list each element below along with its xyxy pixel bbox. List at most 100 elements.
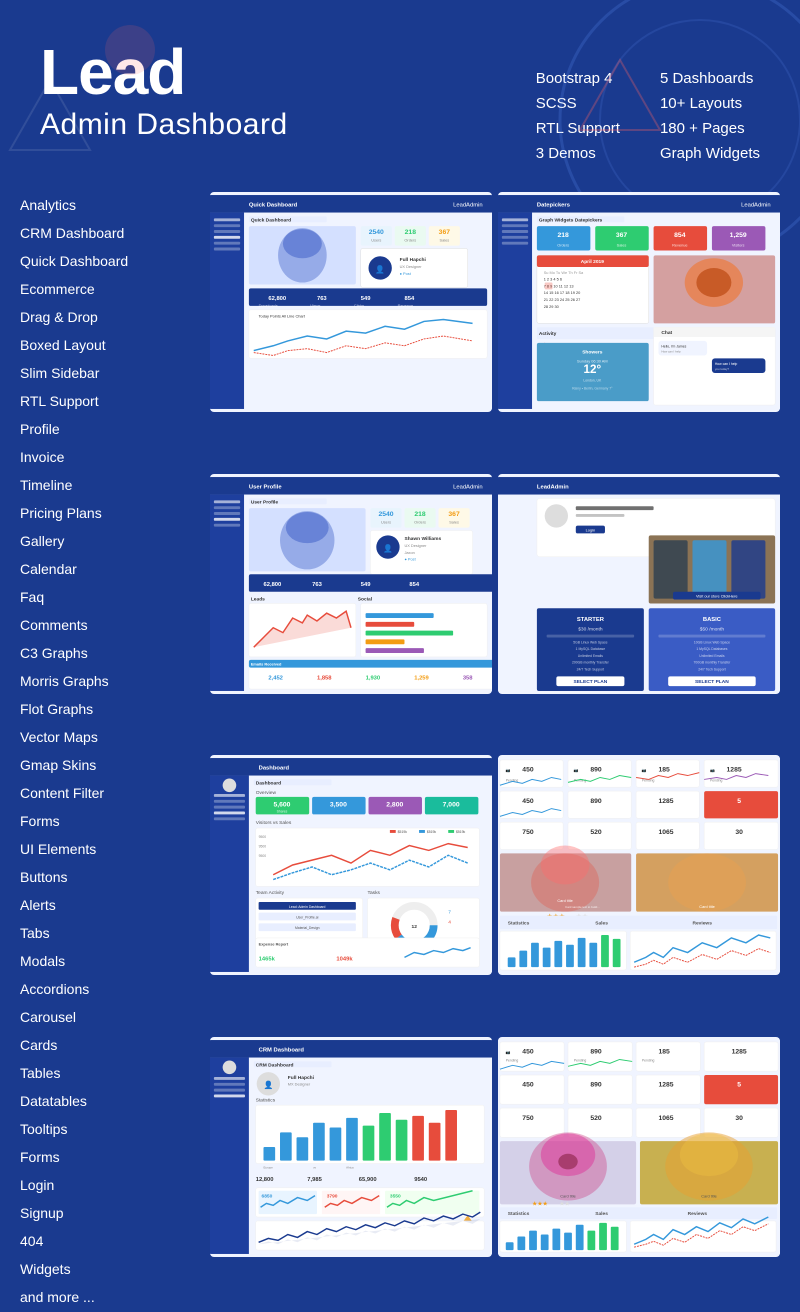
svg-text:Sales: Sales	[595, 920, 608, 926]
svg-text:LeadAdmin: LeadAdmin	[741, 203, 771, 209]
svg-text:5GB Linux Web Space: 5GB Linux Web Space	[573, 640, 607, 644]
svg-text:62,800: 62,800	[268, 296, 286, 302]
svg-text:User Profile: User Profile	[251, 499, 279, 505]
svg-text:1,858: 1,858	[317, 675, 332, 681]
svg-text:CRM Dashboard: CRM Dashboard	[259, 1047, 305, 1053]
nav-more[interactable]: and more ...	[20, 1284, 95, 1310]
nav-crm[interactable]: CRM Dashboard	[20, 225, 124, 241]
svg-text:218: 218	[414, 510, 426, 517]
nav-cards[interactable]: Cards	[20, 1037, 57, 1053]
nav-comments[interactable]: Comments	[20, 617, 88, 633]
nav-ecommerce[interactable]: Ecommerce	[20, 281, 95, 297]
nav-boxed-layout[interactable]: Boxed Layout	[20, 337, 106, 353]
nav-invoice[interactable]: Invoice	[20, 449, 64, 465]
svg-text:Hello, I'm James: Hello, I'm James	[661, 345, 686, 349]
svg-text:How can I help: How can I help	[715, 362, 738, 366]
svg-text:1 MySQL Databases: 1 MySQL Databases	[696, 647, 727, 651]
nav-quick-dashboard[interactable]: Quick Dashboard	[20, 253, 128, 269]
feature-dashboards: 5 Dashboards	[660, 70, 760, 87]
nav-buttons[interactable]: Buttons	[20, 869, 67, 885]
svg-text:450: 450	[522, 767, 534, 774]
nav-drag-drop[interactable]: Drag & Drop	[20, 309, 98, 325]
nav-gallery[interactable]: Gallery	[20, 533, 64, 549]
svg-text:5: 5	[737, 798, 741, 805]
svg-text:LeadAdmin: LeadAdmin	[453, 484, 483, 490]
nav-accordions[interactable]: Accordions	[20, 981, 89, 997]
nav-content-filter[interactable]: Content Filter	[20, 785, 104, 801]
feature-pages: 180 + Pages	[660, 120, 760, 137]
sidebar-nav: Analytics CRM Dashboard Quick Dashboard …	[20, 192, 200, 1312]
svg-text:📷: 📷	[710, 768, 715, 773]
svg-text:890: 890	[590, 1081, 602, 1088]
nav-calendar[interactable]: Calendar	[20, 561, 77, 577]
nav-signup[interactable]: Signup	[20, 1205, 64, 1221]
svg-text:2,452: 2,452	[268, 675, 283, 681]
nav-ui-elements[interactable]: UI Elements	[20, 841, 96, 857]
nav-faq[interactable]: Faq	[20, 589, 44, 605]
svg-text:Pending: Pending	[506, 1058, 519, 1062]
nav-alerts[interactable]: Alerts	[20, 897, 56, 913]
svg-text:BASIC: BASIC	[703, 616, 722, 622]
nav-pricing[interactable]: Pricing Plans	[20, 505, 102, 521]
nav-profile[interactable]: Profile	[20, 421, 60, 437]
nav-tables[interactable]: Tables	[20, 1065, 60, 1081]
svg-text:Card sample text to build...: Card sample text to build...	[565, 905, 600, 909]
nav-vector-maps[interactable]: Vector Maps	[20, 729, 98, 745]
svg-text:890: 890	[590, 1048, 602, 1055]
svg-text:SELECT PLAN: SELECT PLAN	[695, 679, 729, 685]
svg-text:1285: 1285	[658, 1081, 673, 1088]
nav-widgets[interactable]: Widgets	[20, 1261, 71, 1277]
nav-carousel[interactable]: Carousel	[20, 1009, 76, 1025]
svg-text:750: 750	[522, 1114, 534, 1121]
nav-rtl[interactable]: RTL Support	[20, 393, 99, 409]
svg-text:2540: 2540	[378, 510, 393, 517]
svg-text:$519k: $519k	[427, 830, 437, 834]
svg-text:📷: 📷	[574, 768, 579, 773]
nav-forms2[interactable]: Forms	[20, 1149, 60, 1165]
svg-text:Card title: Card title	[557, 898, 573, 903]
svg-text:Today Points All Line Chart: Today Points All Line Chart	[259, 314, 306, 319]
nav-404[interactable]: 404	[20, 1233, 43, 1249]
svg-text:Su Mo Tu We Th Fr Sa: Su Mo Tu We Th Fr Sa	[544, 270, 584, 275]
nav-tabs[interactable]: Tabs	[20, 925, 50, 941]
nav-c3[interactable]: C3 Graphs	[20, 645, 88, 661]
svg-text:1065: 1065	[658, 829, 673, 836]
brand-subtitle: Admin Dashboard	[40, 108, 516, 142]
svg-text:24/7 Tech Support: 24/7 Tech Support	[577, 667, 605, 671]
nav-tooltips[interactable]: Tooltips	[20, 1121, 67, 1137]
svg-text:Unlimited Emails: Unlimited Emails	[578, 653, 604, 657]
svg-text:Showers: Showers	[582, 350, 603, 356]
svg-text:12°: 12°	[584, 363, 602, 376]
svg-text:Dashboard: Dashboard	[259, 766, 290, 772]
svg-text:📷: 📷	[506, 768, 511, 773]
svg-text:Views: Views	[310, 303, 320, 308]
svg-text:5: 5	[737, 1081, 741, 1088]
svg-text:MX Designer: MX Designer	[288, 1081, 311, 1086]
svg-text:Sales: Sales	[449, 519, 459, 524]
svg-text:How can I help: How can I help	[661, 350, 681, 354]
nav-analytics[interactable]: Analytics	[20, 197, 76, 213]
nav-datatables[interactable]: Datatables	[20, 1093, 87, 1109]
svg-text:28 29 30: 28 29 30	[544, 304, 559, 309]
nav-flot[interactable]: Flot Graphs	[20, 701, 93, 717]
svg-text:Quick Dashboard: Quick Dashboard	[249, 203, 298, 209]
svg-text:7,000: 7,000	[443, 802, 460, 809]
nav-gmap[interactable]: Gmap Skins	[20, 757, 96, 773]
svg-text:5,600: 5,600	[273, 802, 290, 809]
svg-text:Statistics: Statistics	[508, 920, 530, 926]
panel-cards-stats: 📷 450 Pending 📷 890 Pending 📷 185 Pendin…	[498, 755, 780, 975]
nav-morris[interactable]: Morris Graphs	[20, 673, 109, 689]
svg-text:9540: 9540	[414, 1177, 427, 1183]
nav-forms[interactable]: Forms	[20, 813, 60, 829]
svg-text:Shares: Shares	[277, 809, 288, 813]
nav-login[interactable]: Login	[20, 1177, 54, 1193]
svg-text:Users: Users	[381, 519, 391, 524]
nav-timeline[interactable]: Timeline	[20, 477, 72, 493]
svg-text:Card title: Card title	[701, 1193, 717, 1198]
nav-slim-sidebar[interactable]: Slim Sidebar	[20, 365, 99, 381]
svg-text:Revenue: Revenue	[672, 243, 688, 248]
nav-modals[interactable]: Modals	[20, 953, 65, 969]
svg-text:Visitors vs Sales: Visitors vs Sales	[256, 820, 292, 826]
svg-text:1285: 1285	[732, 1048, 747, 1055]
svg-text:$50 /month: $50 /month	[700, 626, 725, 632]
